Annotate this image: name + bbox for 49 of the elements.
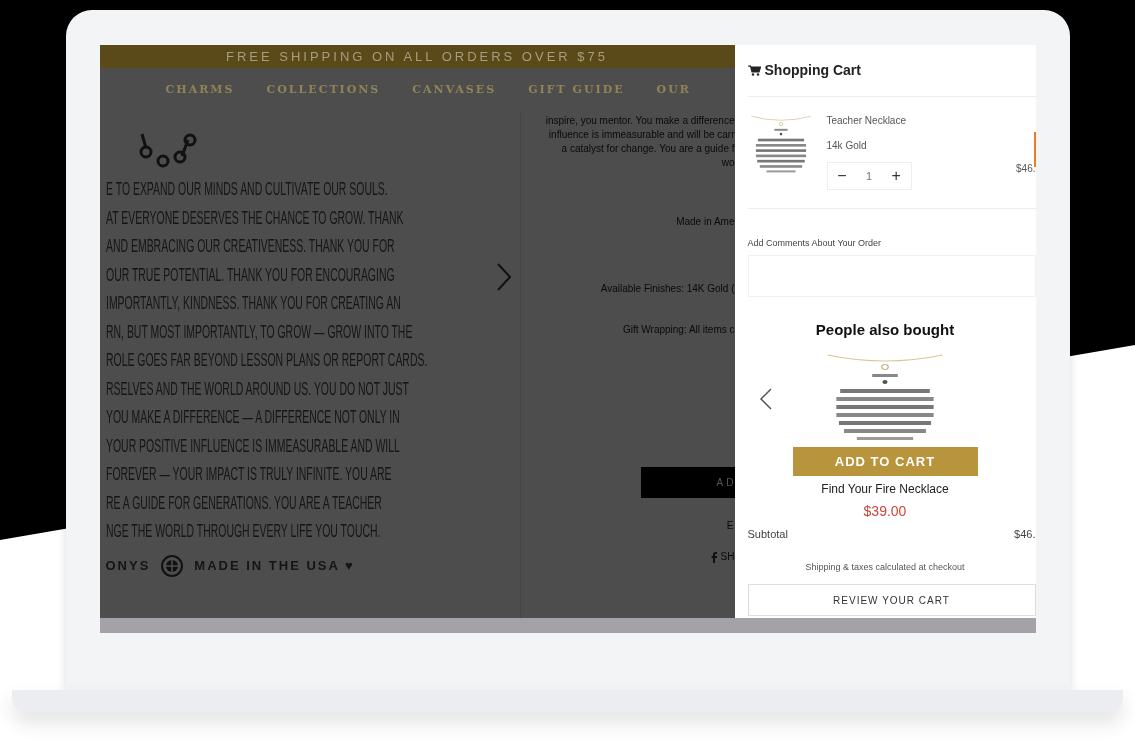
- poem-line: AT EVERYONE DESERVES THE CHANCE TO GROW. THANK: [105, 205, 403, 230]
- item-price: $46.: [1016, 162, 1036, 176]
- description-line: a catalyst for change. You are a guide f: [561, 142, 735, 156]
- finishes-text: Available Finishes: 14K Gold (: [600, 282, 735, 296]
- add-button[interactable]: AD: [640, 467, 735, 498]
- description-line: inspire, you mentor. You make a difference: [545, 114, 735, 128]
- nav-link[interactable]: OUR: [656, 81, 691, 99]
- decrease-button[interactable]: −: [837, 164, 847, 188]
- cart-title: Shopping Cart: [764, 61, 861, 80]
- email-text: E: [726, 519, 734, 533]
- upsell-product-name[interactable]: Find Your Fire Necklace: [821, 480, 949, 498]
- review-cart-button[interactable]: REVIEW YOUR CART: [747, 584, 1036, 616]
- poem-line: AND EMBRACING OUR CREATIVENESS. THANK YOU FOR: [105, 234, 395, 258]
- nav-link[interactable]: COLLECTIONS: [266, 81, 381, 99]
- poem-line: E TO EXPAND OUR MINDS AND CULTIVATE OUR SOULS.: [105, 177, 388, 201]
- upsell-title: People also bought: [815, 319, 955, 340]
- poem-line: RSELVES AND THE WORLD AROUND US. YOU DO NOT JUST: [105, 376, 409, 401]
- facebook-icon[interactable]: [710, 550, 717, 563]
- description-line: wo: [721, 156, 735, 170]
- item-variant: 14k Gold: [826, 139, 868, 153]
- cart-icon: [747, 65, 761, 76]
- share-text[interactable]: SH: [720, 549, 735, 564]
- poem-line: RE A GUIDE FOR GENERATIONS. YOU ARE A TEACHER: [105, 490, 382, 515]
- description-line: influence is immeasurable and will be carr: [548, 128, 735, 142]
- promo-banner: FREE SHIPPING ON ALL ORDERS OVER $75: [99, 45, 735, 68]
- upsell-price: $39.00: [863, 502, 907, 521]
- increase-button[interactable]: +: [891, 164, 901, 188]
- add-to-cart-button[interactable]: ADD TO CART: [792, 447, 978, 476]
- nav-link[interactable]: GIFT GUIDE: [528, 81, 625, 99]
- gift-wrapping-text: Gift Wrapping: All items c: [622, 323, 735, 337]
- made-in-text: Made in Ame: [676, 215, 735, 229]
- brand-text: ONYS: [105, 556, 151, 575]
- item-name[interactable]: Teacher Necklace: [826, 113, 912, 128]
- subtotal-label: Subtotal: [747, 527, 788, 542]
- subtotal-value: $46.: [1014, 527, 1036, 542]
- globe-icon: [160, 553, 185, 578]
- poem-line: YOUR POSITIVE INFLUENCE IS IMMEASURABLE AND WILL: [105, 433, 400, 458]
- poem-line: NGE THE WORLD THROUGH EVERY LIFE YOU TOUCH.: [105, 519, 380, 543]
- comments-label: Add Comments About Your Order: [747, 237, 883, 250]
- nav-link[interactable]: CANVASES: [412, 81, 497, 99]
- poem-line: ROLE GOES FAR BEYOND LESSON PLANS OR REPORT CARDS.: [105, 348, 427, 372]
- made-in-usa-text: MADE IN THE USA ♥: [194, 556, 355, 575]
- poem-line: RN, BUT MOST IMPORTANTLY, TO GROW — GROW INTO THE: [105, 319, 412, 344]
- quantity-value: 1: [865, 168, 873, 184]
- nav-link[interactable]: CHARMS: [165, 81, 235, 99]
- poem-line: FOREVER — YOUR IMPACT IS TRULY INFINITE. YOU ARE: [105, 462, 391, 486]
- poem-line: OUR TRUE POTENTIAL. THANK YOU FOR ENCOURAGING: [105, 262, 395, 287]
- shipping-note: Shipping & taxes calculated at checkout: [805, 560, 965, 574]
- poem-line: IMPORTANTLY, KINDNESS. THANK YOU FOR CREATING AN: [105, 291, 401, 315]
